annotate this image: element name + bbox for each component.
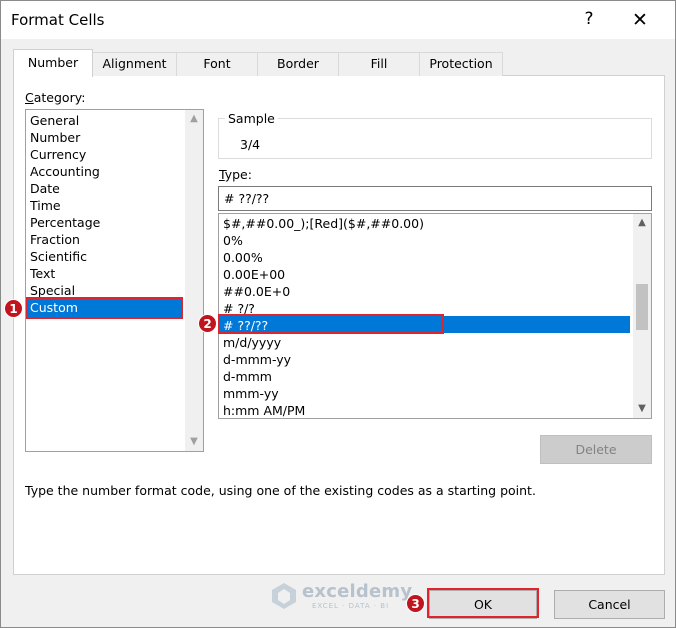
type-item[interactable]: m/d/yyyy (223, 334, 281, 351)
close-button[interactable]: ✕ (627, 7, 653, 33)
type-item[interactable]: 0% (223, 232, 243, 249)
title-bar: Format Cells ? ✕ (1, 1, 675, 39)
scroll-thumb[interactable] (636, 284, 648, 330)
type-item[interactable]: 0.00% (223, 249, 263, 266)
category-item-time[interactable]: Time (30, 197, 61, 214)
type-item[interactable]: d-mmm-yy (223, 351, 291, 368)
watermark-name: exceldemy (302, 581, 413, 602)
sample-value: 3/4 (240, 137, 261, 152)
type-item[interactable]: d-mmm (223, 368, 272, 385)
category-list[interactable]: General Number Currency Accounting Date … (25, 109, 204, 452)
callout-badge-2: 2 (198, 314, 217, 333)
highlight-type-selection (218, 314, 444, 334)
type-item[interactable]: mmm-yy (223, 385, 279, 402)
category-item-date[interactable]: Date (30, 180, 60, 197)
scroll-down-icon[interactable]: ▼ (185, 433, 203, 451)
delete-button[interactable]: Delete (540, 435, 652, 464)
type-item[interactable]: h:mm AM/PM (223, 402, 305, 418)
tab-fill[interactable]: Fill (338, 52, 420, 76)
dialog-title: Format Cells (11, 11, 105, 29)
sample-label: Sample (225, 111, 278, 126)
category-item-percentage[interactable]: Percentage (30, 214, 100, 231)
type-scrollbar[interactable]: ▲ ▼ (633, 214, 651, 418)
help-button[interactable]: ? (579, 9, 599, 29)
category-item-scientific[interactable]: Scientific (30, 248, 87, 265)
exceldemy-logo-icon (272, 583, 296, 609)
type-item[interactable]: $#,##0.00_);[Red]($#,##0.00) (223, 215, 424, 232)
hint-text: Type the number format code, using one o… (25, 483, 536, 498)
format-cells-dialog: Format Cells ? ✕ Number Alignment Font B… (0, 0, 676, 628)
scroll-down-icon[interactable]: ▼ (633, 400, 651, 418)
category-item-accounting[interactable]: Accounting (30, 163, 100, 180)
callout-badge-1: 1 (4, 299, 23, 318)
category-item-general[interactable]: General (30, 112, 79, 129)
type-item[interactable]: ##0.0E+0 (223, 283, 290, 300)
type-input[interactable]: # ??/?? (218, 186, 652, 211)
category-scrollbar[interactable]: ▲ ▼ (185, 110, 203, 451)
highlight-custom (26, 297, 183, 319)
scroll-up-icon[interactable]: ▲ (633, 214, 651, 232)
type-label: Type: (219, 167, 252, 182)
category-item-number[interactable]: Number (30, 129, 80, 146)
cancel-button[interactable]: Cancel (554, 590, 665, 619)
category-item-currency[interactable]: Currency (30, 146, 86, 163)
tab-border[interactable]: Border (257, 52, 339, 76)
watermark-tagline: EXCEL · DATA · BI (312, 602, 390, 610)
callout-badge-3: 3 (406, 594, 425, 613)
tab-font[interactable]: Font (176, 52, 258, 76)
tab-alignment[interactable]: Alignment (92, 52, 177, 76)
category-item-fraction[interactable]: Fraction (30, 231, 80, 248)
tab-protection[interactable]: Protection (419, 52, 503, 76)
scroll-up-icon[interactable]: ▲ (185, 110, 203, 128)
tab-number[interactable]: Number (13, 49, 93, 77)
category-label: Category: (25, 90, 86, 105)
category-item-text[interactable]: Text (30, 265, 55, 282)
type-item[interactable]: 0.00E+00 (223, 266, 285, 283)
sample-group (218, 118, 652, 159)
highlight-ok (427, 588, 539, 618)
